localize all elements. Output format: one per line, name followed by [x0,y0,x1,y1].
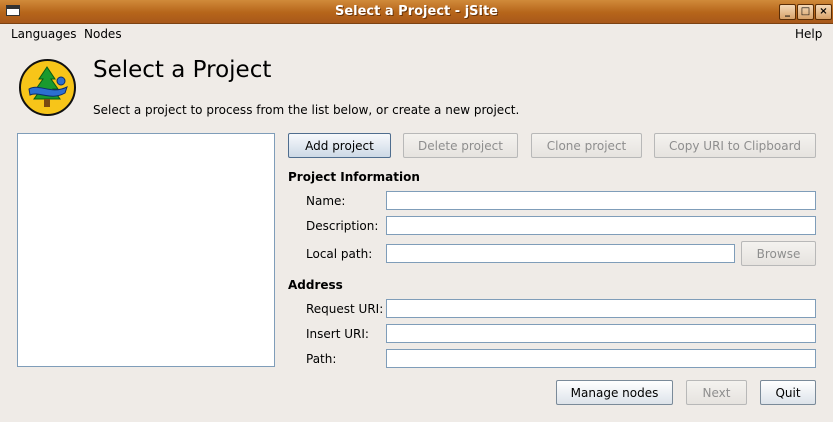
close-icon[interactable]: × [815,4,832,20]
path-field[interactable] [386,349,816,368]
name-field[interactable] [386,191,816,210]
request-uri-label: Request URI: [306,302,384,316]
next-button[interactable]: Next [686,380,747,405]
minimize-icon[interactable]: _ [779,4,796,20]
path-label: Path: [306,352,337,366]
jsite-logo-icon [19,59,76,116]
window-title: Select a Project - jSite [334,4,498,19]
menu-help[interactable]: Help [795,27,822,41]
address-heading: Address [288,278,343,292]
description-label: Description: [306,219,379,233]
local-path-label: Local path: [306,247,373,261]
request-uri-field[interactable] [386,299,816,318]
quit-button[interactable]: Quit [760,380,816,405]
project-list[interactable] [17,133,275,367]
menu-bar: Languages Nodes Help [0,24,833,44]
clone-project-button[interactable]: Clone project [531,133,642,158]
title-bar: Select a Project - jSite _ □ × [0,0,833,24]
add-project-button[interactable]: Add project [288,133,391,158]
browse-button[interactable]: Browse [741,241,816,266]
page-subtitle: Select a project to process from the lis… [93,103,520,117]
local-path-field[interactable] [386,244,735,263]
menu-nodes[interactable]: Nodes [84,27,122,41]
insert-uri-label: Insert URI: [306,327,369,341]
copy-uri-button[interactable]: Copy URI to Clipboard [654,133,816,158]
description-field[interactable] [386,216,816,235]
manage-nodes-button[interactable]: Manage nodes [556,380,673,405]
insert-uri-field[interactable] [386,324,816,343]
project-information-heading: Project Information [288,170,420,184]
page-title: Select a Project [93,57,272,83]
menu-languages[interactable]: Languages [11,27,76,41]
maximize-icon[interactable]: □ [797,4,814,20]
name-label: Name: [306,194,346,208]
delete-project-button[interactable]: Delete project [403,133,518,158]
